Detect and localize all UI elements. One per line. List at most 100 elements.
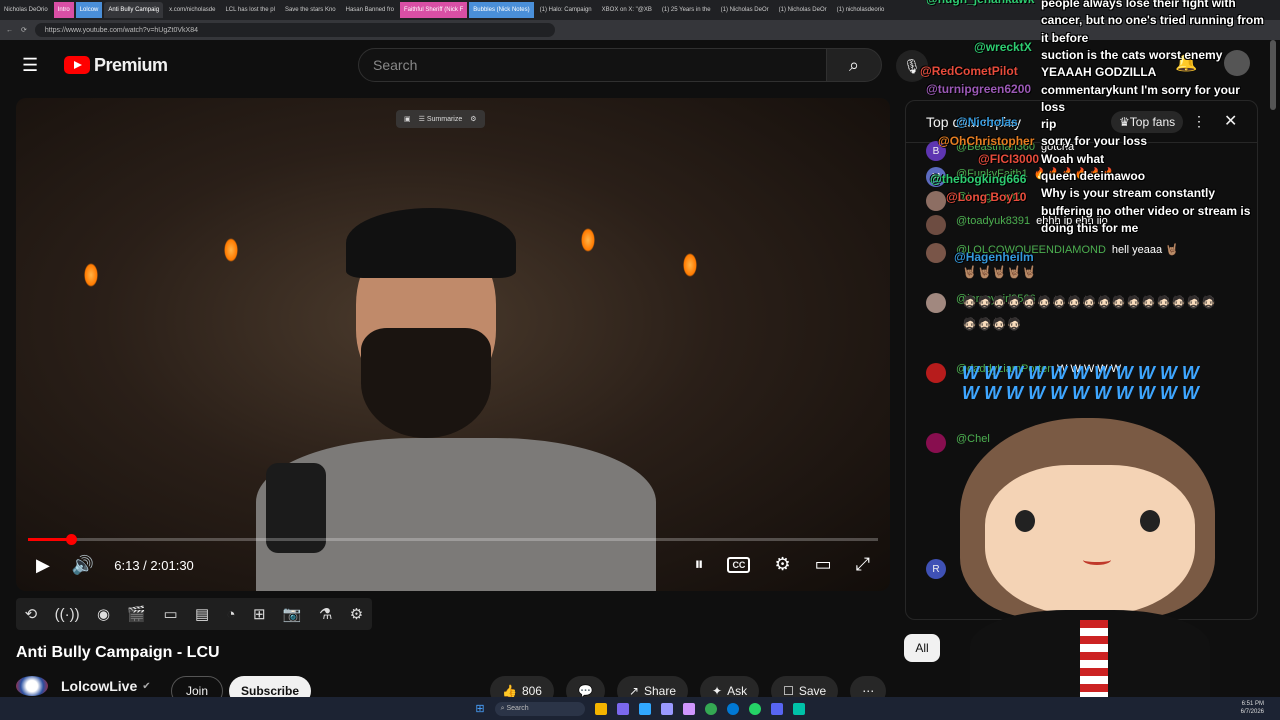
clapper-icon[interactable]: 🎬 (127, 605, 146, 623)
chat-author[interactable]: @LOLCOWQUEENDIAMOND (956, 244, 1106, 256)
autoplay-toggle-icon[interactable]: ⏸ (694, 554, 703, 575)
chat-filter-all-chip[interactable]: All (904, 634, 940, 662)
plus-frame-icon[interactable]: ⊞ (253, 605, 266, 623)
chat-author[interactable]: @toadyuk8391 (956, 215, 1030, 227)
browser-tab[interactable]: Bubbles (Nick Notes) (469, 2, 534, 18)
chat-title[interactable]: Top chat replay (926, 114, 1021, 130)
windows-start-icon[interactable]: ⊞ (475, 702, 484, 715)
browser-tab[interactable]: (1) 25 Years in the (658, 2, 715, 18)
chat-message[interactable]: @LongBoy10 (926, 191, 1246, 211)
whatsapp-icon[interactable] (748, 702, 761, 715)
browser-tab[interactable]: (1) Halo: Campaign (536, 2, 596, 18)
notifications-bell-icon[interactable]: 🔔 (1175, 52, 1197, 73)
reload-icon[interactable]: ⟳ (21, 26, 27, 34)
overlay-username: @RedCometPilot (920, 64, 1018, 78)
channel-avatar[interactable] (16, 676, 48, 696)
page-scrollbar[interactable] (1270, 40, 1276, 110)
edge-icon[interactable] (726, 702, 739, 715)
summarize-toolbar[interactable]: ▣ ☰ Summarize ⚙ (396, 110, 485, 128)
overlay-chat-line: YEAAAH GODZILLA (1041, 65, 1157, 80)
youtube-premium-logo[interactable]: Premium (64, 55, 168, 76)
timecode: 6:13 / 2:01:30 (114, 557, 194, 573)
account-avatar[interactable] (1224, 50, 1250, 76)
comment-icon: 💬 (577, 684, 593, 698)
url-field[interactable]: https://www.youtube.com/watch?v=hUgZt0Vk… (34, 23, 555, 37)
app-icon[interactable] (792, 702, 805, 715)
browser-tab[interactable]: x.com/nicholasde (165, 2, 219, 18)
thumbs-up-icon: 👍 (502, 684, 517, 698)
browser-tab[interactable]: (1) Nicholas DeOr (717, 2, 773, 18)
overlay-chat-line: commentarykunt I'm sorry for your (1041, 82, 1240, 97)
settings-icon[interactable]: ⚙ (350, 605, 363, 623)
camera-icon[interactable]: 📷 (283, 605, 302, 623)
photoshop-icon[interactable] (638, 702, 651, 715)
chat-author[interactable]: @Beastman360 (956, 141, 1035, 153)
system-clock[interactable]: 6:51 PM 6/7/2026 (1241, 700, 1264, 716)
chat-avatar (926, 243, 946, 263)
summarize-button[interactable]: ☰ Summarize (419, 115, 463, 123)
closed-captions-icon[interactable]: CC (727, 556, 751, 573)
play-icon[interactable]: ▶ (36, 555, 50, 576)
chat-message-text: 🔥🔥🔥🔥🔥🔥 (1033, 168, 1116, 180)
browser-tab[interactable]: Hasan Banned fro (342, 2, 398, 18)
loop-icon[interactable]: ⟲ (25, 605, 38, 623)
audio-icon[interactable]: ((·)) (55, 606, 80, 623)
picture-in-picture-icon[interactable]: ▣ (404, 115, 411, 123)
chat-message[interactable]: @toadyuk8391 ehhh ip ehh iio (926, 215, 1246, 235)
speed-icon[interactable]: ◔ (227, 606, 236, 623)
fullscreen-icon[interactable]: ⤢ (856, 554, 870, 575)
after-effects-icon[interactable] (682, 702, 695, 715)
chat-avatar (926, 363, 946, 383)
browser-tab[interactable]: XBOX on X: "@XB (598, 2, 656, 18)
back-arrow-icon[interactable]: ← (6, 27, 13, 34)
settings-gear-icon[interactable]: ⚙ (774, 554, 790, 575)
browser-tab[interactable]: (1) Nicholas DeOr (775, 2, 831, 18)
channel-name[interactable]: LolcowLive (61, 678, 137, 694)
more-dots-icon: ⋯ (862, 684, 875, 698)
clock-date: 6/7/2026 (1240, 709, 1264, 715)
volume-icon[interactable]: 🔊 (72, 555, 94, 576)
flask-icon[interactable]: ⚗ (319, 605, 332, 623)
browser-tab-bar: Nicholas DeOrio Intro Lolcow Anti Bully Cam… (0, 0, 1280, 20)
discord-icon[interactable] (770, 702, 783, 715)
video-player[interactable]: ▣ ☰ Summarize ⚙ ▶ 🔊 6:13 / 2:01:30 ⏸ CC … (16, 98, 890, 591)
app-icon[interactable] (616, 702, 629, 715)
browser-tab[interactable]: LCL has lost the pl (221, 2, 278, 18)
browser-tab[interactable]: Nicholas DeOrio (0, 2, 52, 18)
extension-icon[interactable]: ⚙ (470, 115, 476, 123)
windows-taskbar: ⊞ ⌕ Search 6:51 PM 6/7/2026 (0, 697, 1280, 720)
chat-message[interactable]: B @Beastman360 gotcha (926, 141, 1246, 161)
browser-tab[interactable]: Intro (53, 2, 74, 18)
taskbar-search[interactable]: ⌕ Search (494, 701, 585, 716)
browser-tab[interactable]: Anti Bully Campaig (104, 2, 164, 18)
progress-bar[interactable] (28, 534, 878, 545)
chat-more-icon[interactable]: ⋮ (1192, 113, 1206, 130)
chat-author[interactable]: @LongBoy10 (956, 191, 1023, 203)
browser-tab[interactable]: Faithful Sheriff (Nick F (400, 2, 468, 18)
file-explorer-icon[interactable] (594, 702, 607, 715)
hamburger-menu-icon[interactable]: ☰ (22, 55, 52, 76)
view-icon[interactable]: ◉ (97, 605, 110, 623)
cartoon-mascot-overlay (945, 410, 1235, 700)
aspect-ratio-icon[interactable]: ▭ (163, 605, 177, 623)
microphone-icon[interactable]: 🎙 (896, 50, 928, 82)
browser-tab[interactable]: Save the stars Kno (281, 2, 340, 18)
close-icon[interactable]: ✕ (1224, 111, 1237, 131)
lamp-glow (224, 238, 238, 262)
youtube-play-logo-icon (64, 56, 90, 74)
cinema-icon[interactable]: ▤ (195, 605, 209, 623)
chat-message[interactable]: @LOLCOWQUEENDIAMOND hell yeaaa 🤘🏽 (926, 243, 1246, 263)
chat-author[interactable]: @FunkyFaith1 (956, 168, 1028, 180)
browser-tab[interactable]: Lolcow (75, 2, 103, 18)
search-icon[interactable]: ⌕ (826, 48, 882, 82)
chat-message[interactable]: M @FunkyFaith1 🔥🔥🔥🔥🔥🔥 (926, 167, 1246, 187)
premiere-icon[interactable] (660, 702, 673, 715)
top-fans-button[interactable]: ♛ Top fans (1111, 111, 1184, 133)
lamp-glow (683, 253, 697, 277)
search-input[interactable]: Search (358, 48, 828, 82)
progress-scrubber[interactable] (66, 534, 78, 545)
chrome-icon[interactable] (704, 702, 717, 715)
w-spam-message: W W W W W W W W W W W W W W W W W W W W … (962, 363, 1199, 403)
theater-mode-icon[interactable]: ▭ (815, 554, 832, 575)
browser-tab[interactable]: (1) nicholasdeorio (833, 2, 889, 18)
